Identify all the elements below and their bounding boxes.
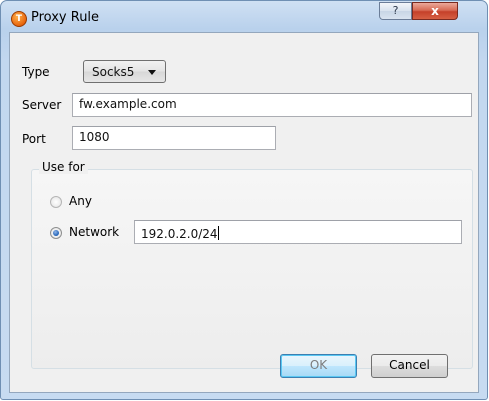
type-label: Type — [22, 65, 50, 79]
title-bar[interactable]: T Proxy Rule ? x — [1, 1, 487, 33]
dialog-body: Type Socks5 Server fw.example.com Port 1… — [9, 32, 479, 393]
help-icon: ? — [392, 4, 399, 17]
any-radio[interactable] — [50, 196, 62, 208]
app-logo-icon: T — [11, 11, 27, 27]
port-field[interactable]: 1080 — [72, 126, 276, 150]
help-button[interactable]: ? — [379, 2, 412, 20]
type-select[interactable]: Socks5 — [83, 60, 166, 83]
cancel-button[interactable]: Cancel — [371, 354, 448, 378]
close-icon: x — [431, 4, 439, 18]
network-label[interactable]: Network — [69, 225, 119, 239]
use-for-title: Use for — [39, 160, 88, 174]
close-button[interactable]: x — [412, 2, 458, 20]
server-field[interactable]: fw.example.com — [72, 93, 472, 117]
network-value: 192.0.2.0/24 — [141, 227, 218, 241]
window-title: Proxy Rule — [31, 10, 100, 25]
text-cursor — [217, 226, 219, 240]
port-label: Port — [22, 132, 46, 146]
any-label[interactable]: Any — [69, 194, 92, 208]
ok-button[interactable]: OK — [280, 354, 357, 378]
network-field[interactable]: 192.0.2.0/24 — [134, 220, 462, 244]
dropdown-arrow-icon — [148, 70, 156, 75]
proxy-rule-dialog: T Proxy Rule ? x Type Socks5 Server fw.e… — [0, 0, 488, 400]
use-for-group — [31, 169, 473, 369]
network-radio[interactable] — [50, 227, 62, 239]
type-select-value: Socks5 — [92, 65, 135, 79]
server-label: Server — [22, 98, 62, 112]
